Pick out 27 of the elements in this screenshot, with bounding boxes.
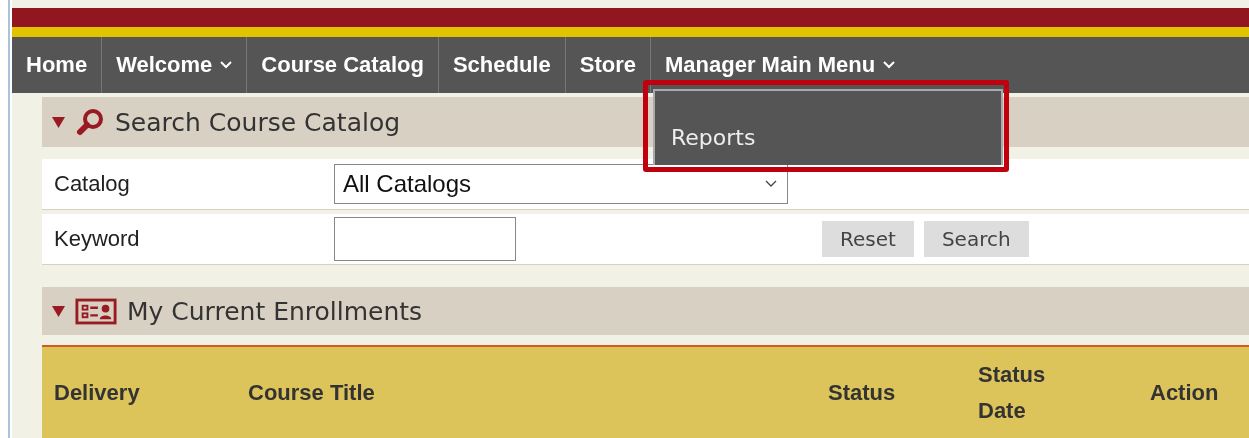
nav-menu-item[interactable]: Schedule	[438, 37, 566, 93]
chevron-icon	[765, 180, 777, 188]
field-label: Keyword	[53, 226, 141, 252]
panel-title: My Current Enrollments	[127, 296, 423, 326]
nav-menu-item[interactable]: Manager Main Menu	[650, 37, 910, 93]
nav-menu-item[interactable]: Welcome	[102, 37, 248, 93]
column-header: Course Title	[248, 378, 376, 407]
nav-menu-item[interactable]: Course Catalog	[247, 37, 439, 93]
caret-icon	[883, 61, 896, 69]
column-header: Delivery	[54, 378, 141, 407]
keyword-field[interactable]	[334, 217, 516, 261]
id-card-icon	[75, 297, 117, 325]
caret-icon	[220, 61, 233, 69]
column-header: Action	[1150, 378, 1220, 407]
form-button[interactable]: Search	[923, 221, 1029, 257]
collapse-triangle-icon[interactable]	[52, 305, 65, 317]
field-label: Catalog	[53, 171, 131, 197]
column-header: Status Date	[978, 361, 1047, 425]
catalog-dropdown[interactable]: All Catalogs	[334, 164, 788, 204]
collapse-triangle-icon[interactable]	[52, 116, 65, 128]
form-button[interactable]: Reset	[822, 221, 914, 257]
dropdown-menu-item[interactable]: Reports	[654, 124, 772, 150]
nav-menu-item[interactable]: Store	[565, 37, 651, 93]
search-icon	[75, 107, 105, 137]
nav-menu-item[interactable]: Home	[12, 37, 103, 93]
panel-title: Search Course Catalog	[115, 107, 401, 137]
column-header: Status	[828, 378, 897, 407]
